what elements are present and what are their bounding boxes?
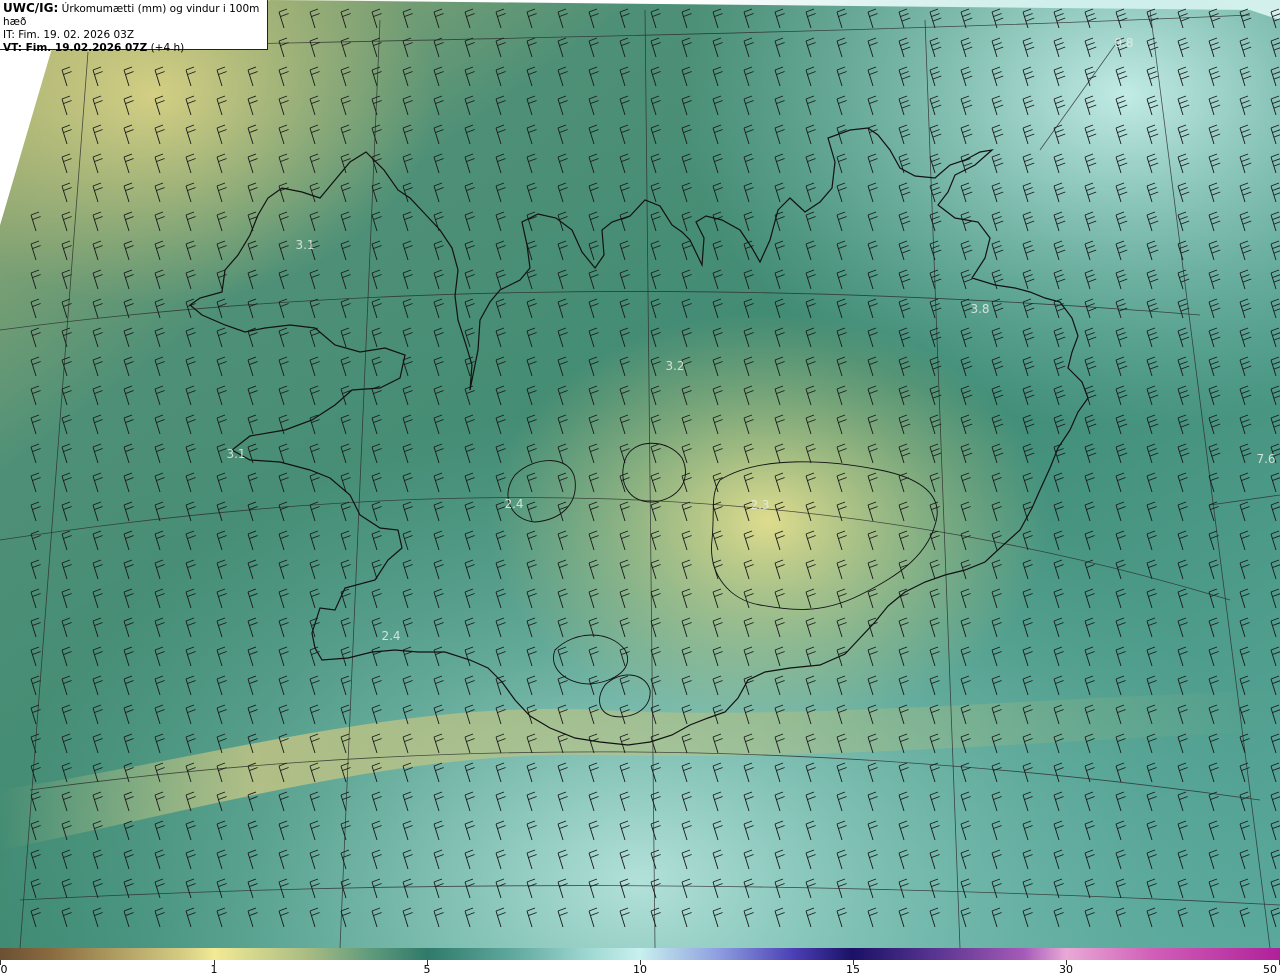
precip-value-label: 3.8 [970,302,989,316]
product-name: UWC/IG: [3,1,59,15]
precip-value-label: 2.3 [750,498,769,512]
precip-value-label: 2.4 [381,629,400,643]
colorbar-gradient [0,948,1280,960]
precip-value-label: 9.8 [1114,36,1133,50]
colorbar-tick-label: 0 [0,963,8,976]
title-box: UWC/IG: Úrkomumætti (mm) og vindur i 100… [0,0,268,54]
precip-value-label: 3.1 [295,238,314,252]
valid-time: VT: Fim. 19.02.2026 07Z [3,42,148,54]
title-line: UWC/IG: Úrkomumætti (mm) og vindur i 100… [3,2,267,29]
colorbar-tick-label: 30 [1059,963,1073,976]
precip-value-label: 3.1 [226,447,245,461]
colorbar-tick-label: 15 [846,963,860,976]
colorbar-tick-label: 5 [423,963,431,976]
colorbar: 0 1 5 10 15 30 50 [0,948,1280,978]
colorbar-tick-label: 50 [1263,963,1277,976]
issue-time: IT: Fim. 19. 02. 2026 03Z [3,29,135,41]
precip-value-label: 7.6 [1256,452,1275,466]
precip-value-label: 2.4 [504,497,523,511]
precip-value-label: 3.2 [665,359,684,373]
valid-time-line: VT: Fim. 19.02.2026 07Z (+4 h) [3,42,267,55]
colorbar-tick-label: 10 [633,963,647,976]
valid-offset: (+4 h) [150,42,185,54]
precipitable-water-map: 9.8 3.1 3.8 3.2 3.1 7.6 2.4 2.3 2.4 [0,0,1280,948]
colorbar-tick-label: 1 [210,963,218,976]
